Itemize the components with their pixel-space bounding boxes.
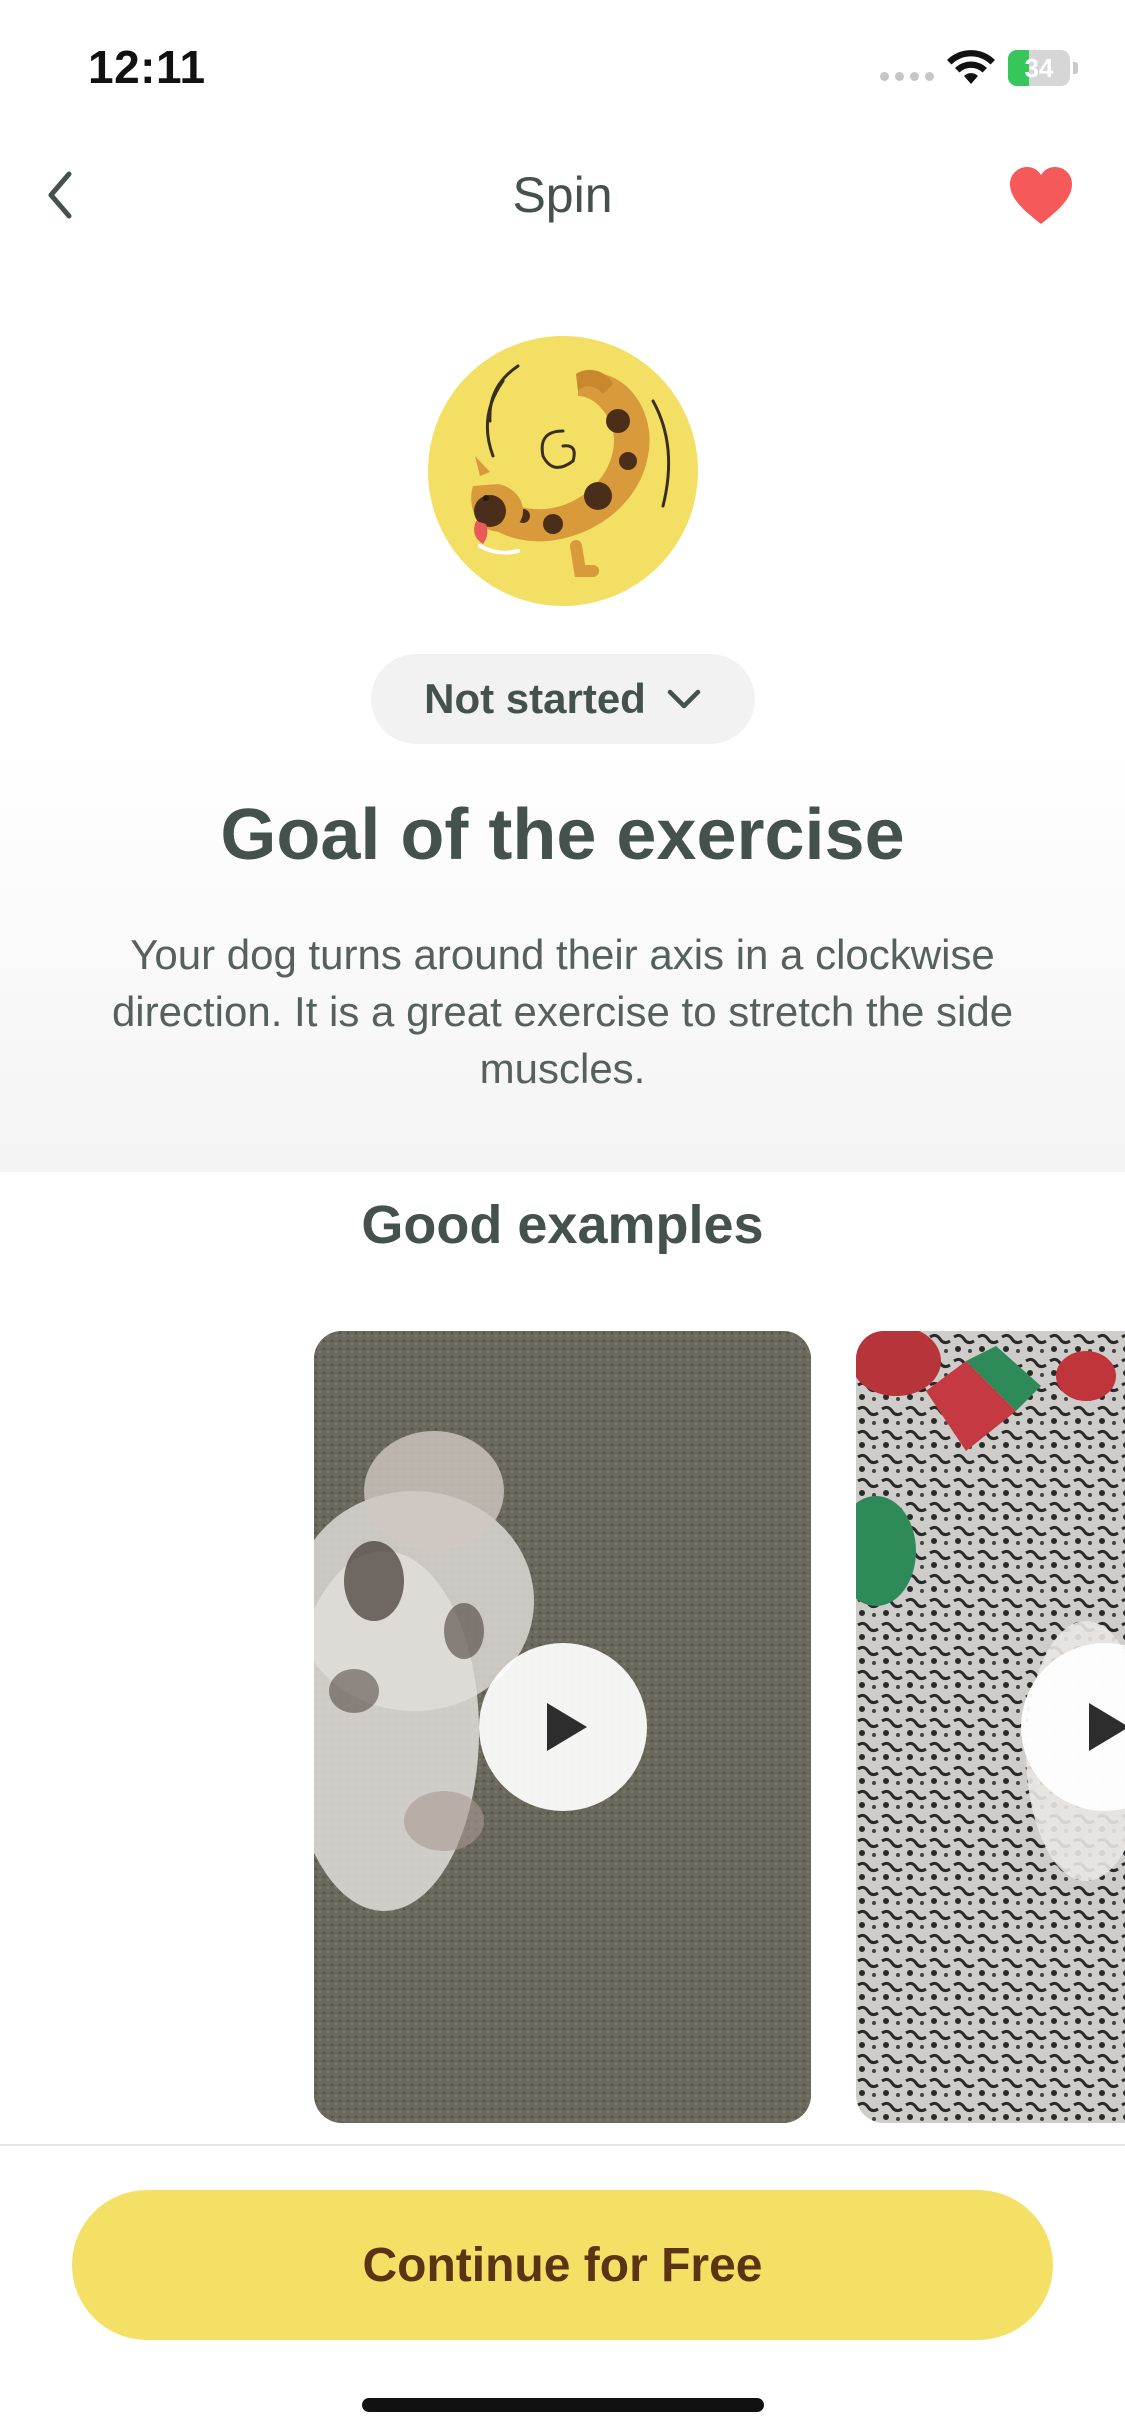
spinning-dog-icon <box>471 364 671 577</box>
status-bar: 12:11 34 <box>0 0 1125 132</box>
heart-icon <box>1010 167 1072 224</box>
play-button[interactable] <box>479 1643 647 1811</box>
chevron-down-icon <box>667 689 701 709</box>
continue-for-free-button[interactable]: Continue for Free <box>72 2190 1053 2340</box>
example-video-card[interactable] <box>856 1331 1125 2123</box>
goal-title: Goal of the exercise <box>220 795 905 875</box>
play-icon <box>547 1703 587 1751</box>
exercise-illustration <box>428 336 698 606</box>
goal-section: Goal of the exercise Your dog turns arou… <box>0 744 1125 1172</box>
status-label: Not started <box>424 675 646 722</box>
wifi-icon <box>947 50 995 84</box>
play-icon <box>1089 1703 1125 1751</box>
favorite-button[interactable] <box>1008 166 1074 226</box>
battery-icon: 34 <box>1008 50 1078 86</box>
example-video-card[interactable] <box>314 1331 811 2123</box>
cellular-signal-icon <box>880 72 934 81</box>
progress-status-dropdown[interactable]: Not started <box>371 654 755 744</box>
page-title: Spin <box>512 167 613 223</box>
goal-description: Your dog turns around their axis in a cl… <box>111 931 1014 1092</box>
home-indicator[interactable] <box>362 2398 764 2412</box>
battery-percent: 34 <box>1024 53 1054 83</box>
examples-title: Good examples <box>361 1195 764 1255</box>
status-time: 12:11 <box>88 41 206 93</box>
